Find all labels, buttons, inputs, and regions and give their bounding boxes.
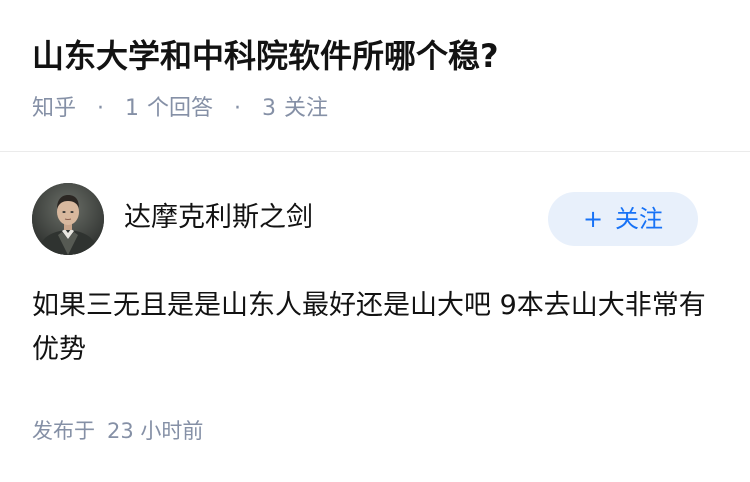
follow-count-label: 关注: [284, 96, 329, 121]
answer-card: 达摩克利斯之剑 + 关注 如果三无且是是山东人最好还是山大吧 9本去山大非常有优势…: [0, 152, 750, 482]
source-label[interactable]: 知乎: [32, 96, 76, 121]
answer-count-link[interactable]: 1 个回答: [125, 96, 220, 121]
follow-button-label: 关注: [615, 205, 664, 233]
question-meta: 知乎 · 1 个回答 · 3 关注: [32, 94, 328, 124]
question-header: 山东大学和中科院软件所哪个稳? 知乎 · 1 个回答 · 3 关注: [0, 0, 750, 152]
answer-count: 1: [125, 96, 140, 121]
plus-icon: +: [582, 205, 604, 233]
author-name[interactable]: 达摩克利斯之剑: [124, 200, 313, 236]
user-avatar-icon: [32, 183, 104, 255]
answer-count-label: 个回答: [147, 96, 214, 121]
follow-button[interactable]: + 关注: [548, 192, 698, 246]
meta-separator: ·: [234, 96, 242, 121]
meta-separator: ·: [97, 96, 105, 121]
avatar[interactable]: [32, 183, 104, 255]
answer-content[interactable]: 如果三无且是是山东人最好还是山大吧 9本去山大非常有优势: [32, 284, 722, 372]
follow-count: 3: [262, 96, 277, 121]
follow-count-link[interactable]: 3 关注: [262, 96, 328, 121]
published-label: 发布于: [32, 419, 95, 443]
question-title[interactable]: 山东大学和中科院软件所哪个稳?: [32, 34, 499, 78]
published-time: 23 小时前: [107, 419, 204, 443]
answer-timestamp: 发布于 23 小时前: [32, 416, 203, 446]
